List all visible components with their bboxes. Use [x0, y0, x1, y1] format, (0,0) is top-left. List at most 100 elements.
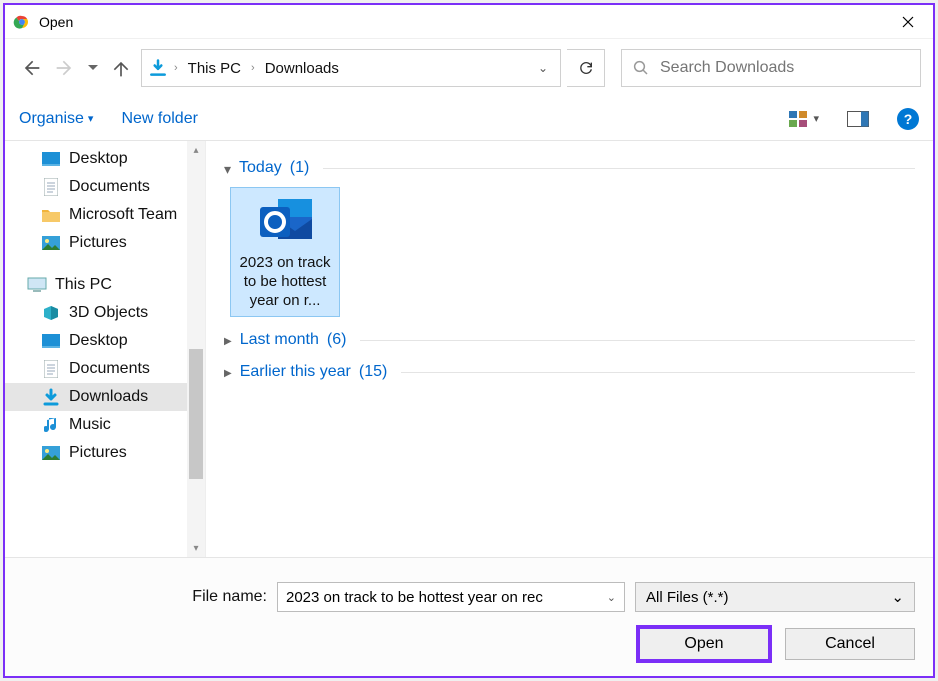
filename-combobox[interactable]: 2023 on track to be hottest year on rec … [277, 582, 625, 612]
recent-locations-dropdown[interactable] [85, 54, 101, 82]
close-button[interactable] [885, 6, 931, 38]
tree-scrollbar[interactable]: ▴ ▾ [187, 141, 205, 557]
file-list: Today (1) 2023 on track to be hottest ye… [205, 141, 933, 557]
outlook-file-icon [253, 194, 317, 252]
tree-item-thispc[interactable]: This PC [5, 271, 205, 299]
chevron-down-icon: ⌄ [891, 588, 904, 606]
pictures-icon [41, 236, 61, 250]
chevron-down-icon [224, 161, 231, 178]
help-button[interactable]: ? [897, 108, 919, 130]
open-file-dialog: Open › This PC › Downloads ⌄ [3, 3, 935, 678]
tree-item-downloads[interactable]: Downloads [5, 383, 205, 411]
scroll-up-icon[interactable]: ▴ [187, 141, 205, 159]
chevron-right-icon [224, 335, 232, 347]
search-box[interactable] [621, 49, 921, 87]
file-name: 2023 on track to be hottest year on r... [235, 254, 335, 310]
organise-label: Organise [19, 110, 84, 128]
cancel-label: Cancel [825, 635, 875, 653]
address-bar[interactable]: › This PC › Downloads ⌄ [141, 49, 561, 87]
navigation-row: › This PC › Downloads ⌄ [5, 39, 933, 97]
group-divider [360, 340, 915, 341]
tree-label: Documents [69, 360, 150, 378]
tree-item-desktop2[interactable]: Desktop [5, 327, 205, 355]
cancel-button[interactable]: Cancel [785, 628, 915, 660]
tree-label: Documents [69, 178, 150, 196]
file-item-outlook[interactable]: 2023 on track to be hottest year on r... [230, 187, 340, 317]
refresh-button[interactable] [567, 49, 605, 87]
up-button[interactable] [107, 54, 135, 82]
tree-label: 3D Objects [69, 304, 148, 322]
pc-icon [27, 277, 47, 293]
scroll-down-icon[interactable]: ▾ [187, 539, 205, 557]
music-icon [41, 416, 61, 434]
tree-label: Pictures [69, 444, 127, 462]
tree-item-3dobjects[interactable]: 3D Objects [5, 299, 205, 327]
search-icon [632, 59, 650, 77]
footer: File name: 2023 on track to be hottest y… [5, 558, 933, 676]
group-count: (6) [327, 331, 347, 349]
chevron-right-icon [224, 367, 232, 379]
new-folder-label: New folder [121, 110, 197, 128]
breadcrumb-downloads[interactable]: Downloads [261, 57, 343, 80]
group-count: (1) [290, 159, 310, 177]
downloads-icon [41, 388, 61, 406]
window-title: Open [39, 14, 73, 30]
scroll-thumb[interactable] [189, 349, 203, 479]
view-icon [789, 111, 809, 127]
group-label: Today [239, 159, 282, 177]
navigation-tree: Desktop Documents Microsoft Team Picture… [5, 141, 205, 557]
tree-label: Music [69, 416, 111, 434]
tree-label: Desktop [69, 332, 128, 350]
chrome-icon [13, 13, 31, 31]
cube-icon [41, 305, 61, 321]
new-folder-button[interactable]: New folder [121, 110, 197, 128]
address-dropdown[interactable]: ⌄ [532, 57, 554, 79]
open-button[interactable]: Open [639, 628, 769, 660]
titlebar: Open [5, 5, 933, 39]
tree-label: This PC [55, 276, 112, 294]
group-lastmonth[interactable]: Last month (6) [224, 331, 915, 349]
downloads-folder-icon [148, 58, 168, 78]
filetype-value: All Files (*.*) [646, 589, 729, 606]
document-icon [41, 360, 61, 378]
tree-item-documents[interactable]: Documents [5, 173, 205, 201]
chevron-down-icon: ▾ [88, 112, 94, 125]
group-count: (15) [359, 363, 387, 381]
group-earlier[interactable]: Earlier this year (15) [224, 363, 915, 381]
search-input[interactable] [660, 59, 910, 77]
filetype-combobox[interactable]: All Files (*.*) ⌄ [635, 582, 915, 612]
view-options-button[interactable]: ▾ [789, 111, 819, 127]
chevron-right-icon: › [172, 62, 180, 74]
toolbar: Organise ▾ New folder ▾ ? [5, 97, 933, 141]
tree-label: Downloads [69, 388, 148, 406]
group-label: Earlier this year [240, 363, 351, 381]
tree-item-documents2[interactable]: Documents [5, 355, 205, 383]
filename-value: 2023 on track to be hottest year on rec [286, 589, 543, 606]
main-area: Desktop Documents Microsoft Team Picture… [5, 141, 933, 558]
tree-label: Desktop [69, 150, 128, 168]
tree-item-pictures[interactable]: Pictures [5, 229, 205, 257]
tree-item-desktop[interactable]: Desktop [5, 145, 205, 173]
chevron-down-icon: ⌄ [607, 591, 616, 604]
preview-pane-button[interactable] [847, 111, 869, 127]
desktop-icon [41, 334, 61, 348]
group-divider [401, 372, 915, 373]
tree-item-pictures2[interactable]: Pictures [5, 439, 205, 467]
back-button[interactable] [17, 54, 45, 82]
chevron-right-icon: › [249, 62, 257, 74]
document-icon [41, 178, 61, 196]
filename-label: File name: [23, 588, 267, 606]
folder-icon [41, 208, 61, 222]
breadcrumb-thispc[interactable]: This PC [184, 57, 245, 80]
group-today[interactable]: Today (1) [224, 159, 915, 177]
group-divider [323, 168, 915, 169]
group-label: Last month [240, 331, 319, 349]
pictures-icon [41, 446, 61, 460]
tree-item-msteams[interactable]: Microsoft Team [5, 201, 205, 229]
organise-menu[interactable]: Organise ▾ [19, 110, 93, 128]
desktop-icon [41, 152, 61, 166]
tree-label: Pictures [69, 234, 127, 252]
forward-button[interactable] [51, 54, 79, 82]
tree-item-music[interactable]: Music [5, 411, 205, 439]
chevron-down-icon: ▾ [813, 112, 819, 125]
